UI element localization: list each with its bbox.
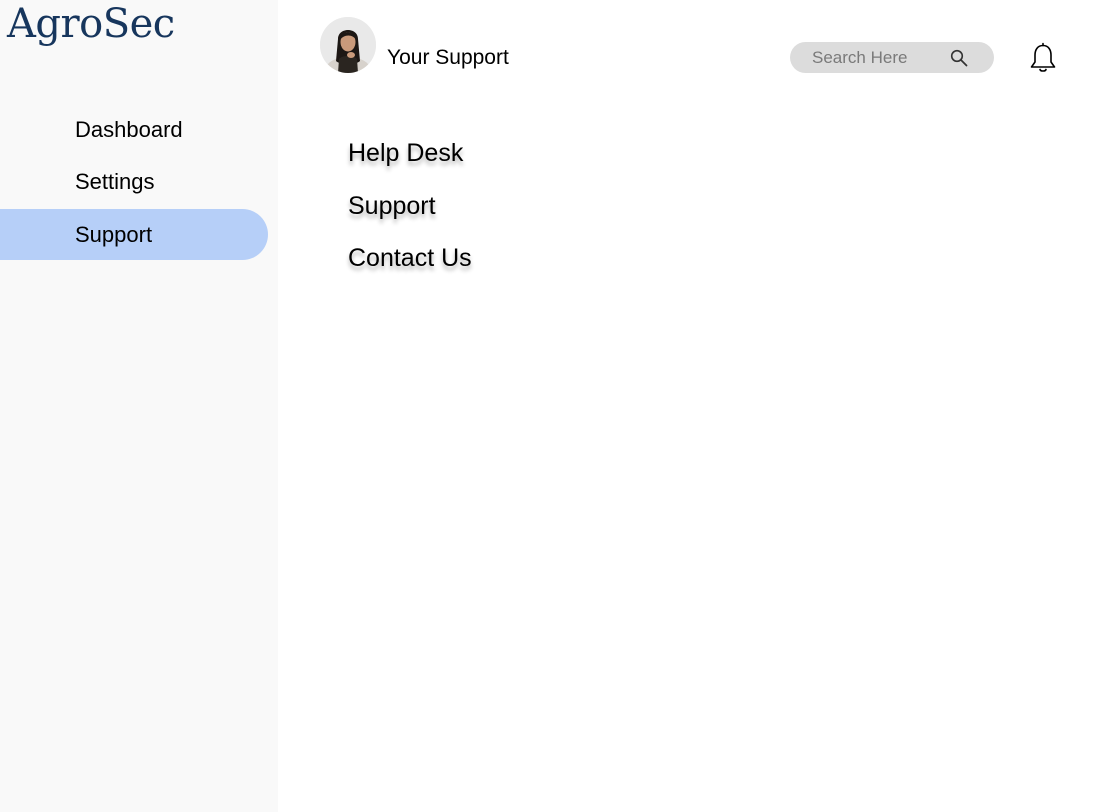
menu-item-help-desk[interactable]: Help Desk <box>348 136 472 189</box>
sidebar-item-settings[interactable]: Settings <box>0 157 268 208</box>
app-root: AgroSec Dashboard Settings Support Your … <box>0 0 1119 812</box>
menu-item-support[interactable]: Support <box>348 189 472 242</box>
bell-icon[interactable] <box>1027 42 1059 74</box>
sidebar-item-label: Support <box>75 221 153 247</box>
sidebar-item-support[interactable]: Support <box>0 209 268 260</box>
menu-item-contact-us[interactable]: Contact Us <box>348 241 472 294</box>
search-input[interactable] <box>812 47 962 68</box>
sidebar: AgroSec Dashboard Settings Support <box>0 0 278 812</box>
support-menu: Help Desk Support Contact Us <box>348 136 472 294</box>
app-logo[interactable]: AgroSec <box>7 2 175 46</box>
sidebar-nav: Dashboard Settings Support <box>0 104 278 262</box>
avatar-image <box>320 17 376 73</box>
search-bar <box>790 42 994 73</box>
sidebar-item-dashboard[interactable]: Dashboard <box>0 104 268 155</box>
page-title: Your Support <box>387 46 509 69</box>
avatar[interactable] <box>320 17 376 73</box>
sidebar-item-label: Settings <box>75 169 155 194</box>
sidebar-item-label: Dashboard <box>75 116 183 142</box>
search-icon[interactable] <box>950 49 968 67</box>
